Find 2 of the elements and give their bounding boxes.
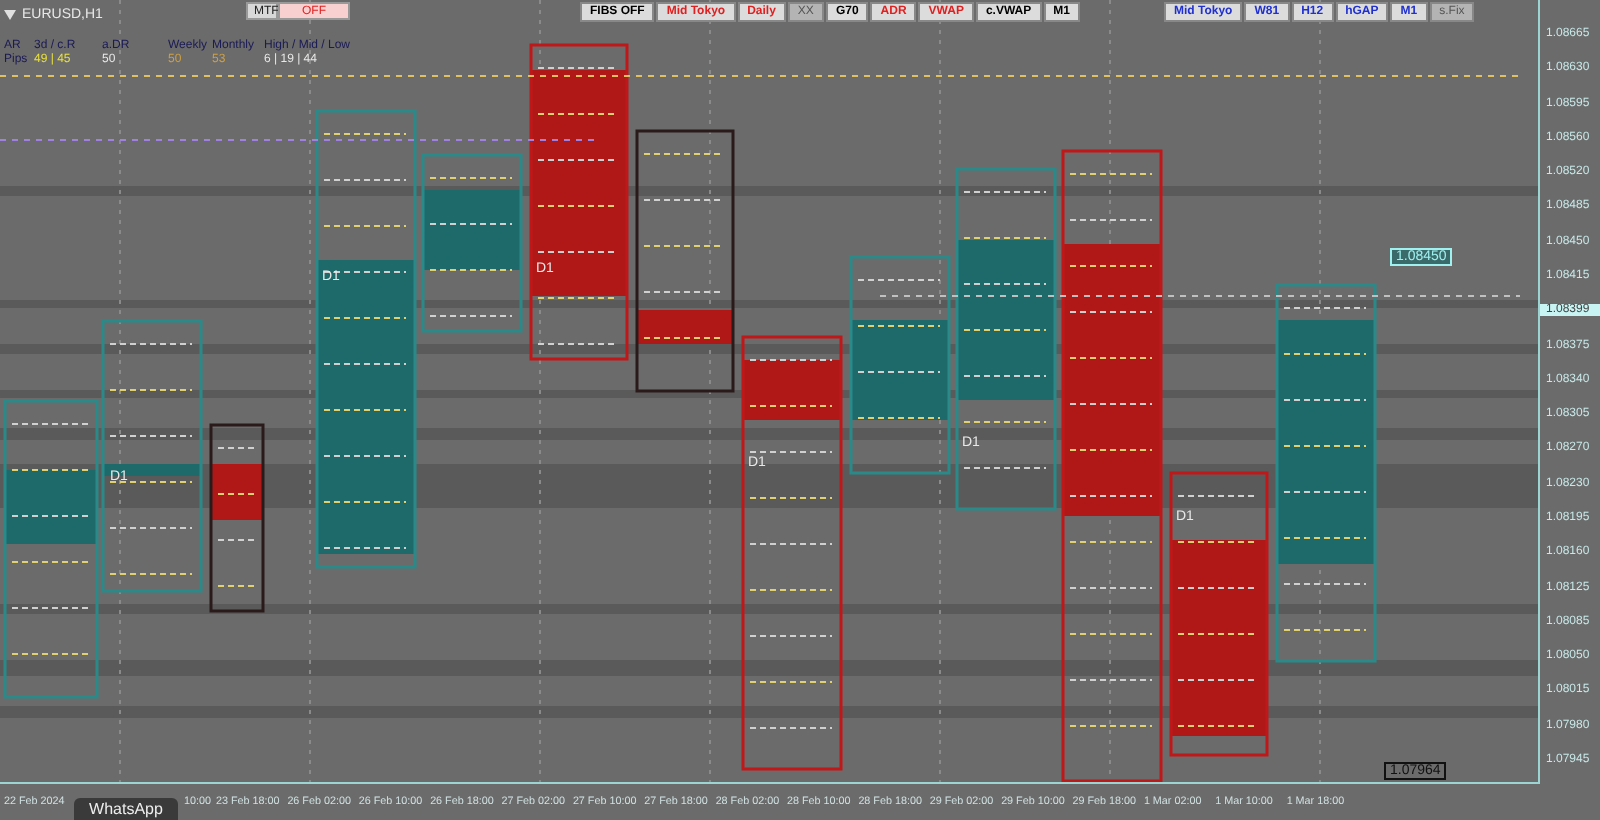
taskbar-tab[interactable]: WhatsApp (74, 798, 178, 820)
dropdown-icon[interactable] (4, 9, 16, 19)
